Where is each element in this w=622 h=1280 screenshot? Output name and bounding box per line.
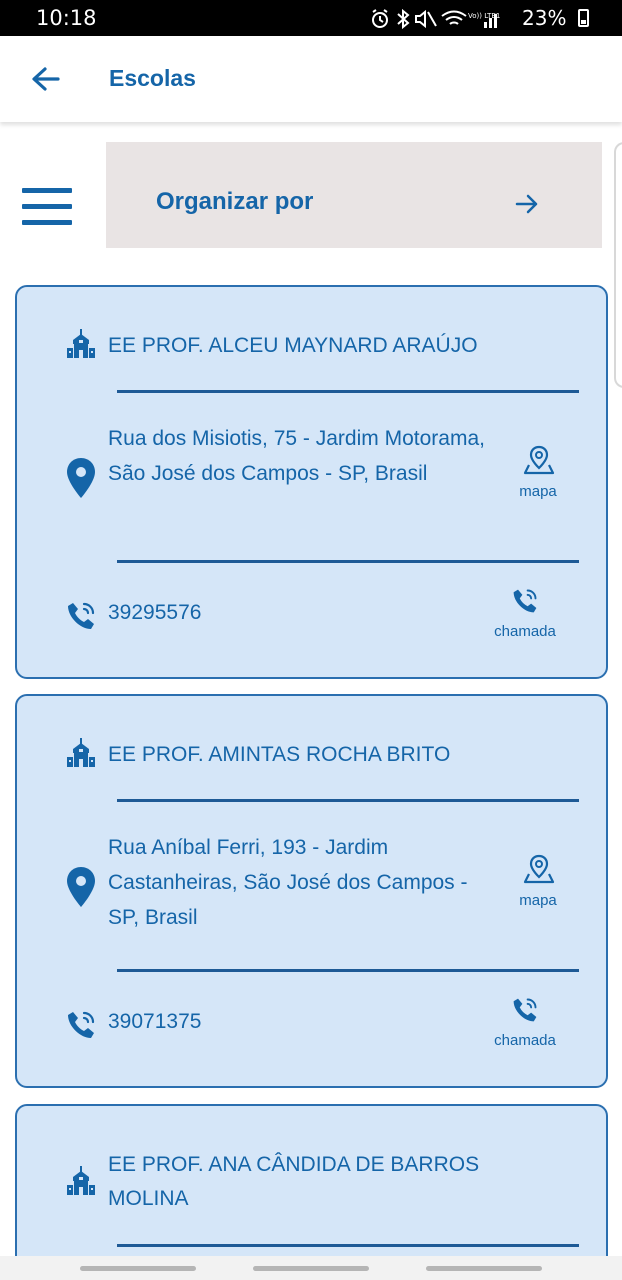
side-drawer-handle[interactable]: [614, 142, 622, 388]
wifi-icon: [441, 10, 467, 25]
system-navigation-bar: [0, 1256, 622, 1280]
call-label: chamada: [494, 623, 556, 640]
divider: [117, 799, 579, 802]
location-pin-icon: [67, 867, 95, 907]
status-bar: 10:18 Vo)) LTE1 23%: [0, 0, 622, 36]
school-card[interactable]: EE PROF. ALCEU MAYNARD ARAÚJO Rua dos Mi…: [15, 285, 608, 679]
school-icon: [67, 1166, 95, 1195]
status-icons: Vo)) LTE1: [372, 8, 500, 30]
location-pin-icon: [67, 458, 95, 498]
school-name: EE PROF. ALCEU MAYNARD ARAÚJO: [108, 334, 478, 357]
hamburger-menu-line: [22, 204, 72, 209]
battery-percentage: 23%: [522, 6, 567, 30]
school-card[interactable]: EE PROF. ANA CÂNDIDA DE BARROS MOLINA: [15, 1104, 608, 1280]
phone-call-icon: [513, 998, 537, 1022]
status-time: 10:18: [36, 6, 97, 30]
map-pin-icon: [523, 445, 555, 475]
school-name: EE PROF. AMINTAS ROCHA BRITO: [108, 743, 451, 766]
map-button[interactable]: mapa: [505, 445, 571, 503]
map-pin-icon: [523, 854, 555, 884]
school-address: Rua dos Misiotis, 75 - Jardim Motorama, …: [108, 427, 485, 485]
phone-icon: [68, 602, 95, 629]
school-phone: 39071375: [108, 1010, 202, 1033]
map-label: mapa: [519, 483, 557, 500]
menu-button[interactable]: [20, 188, 74, 228]
call-button[interactable]: chamada: [485, 994, 565, 1052]
phone-call-icon: [513, 589, 537, 613]
school-phone: 39295576: [108, 601, 202, 624]
arrow-left-icon: [32, 67, 60, 91]
divider: [117, 969, 579, 972]
alarm-icon: [372, 9, 388, 28]
call-button[interactable]: chamada: [485, 585, 565, 643]
back-nav-button[interactable]: [426, 1266, 542, 1271]
home-button[interactable]: [253, 1266, 369, 1271]
school-icon: [67, 738, 95, 767]
divider: [117, 1244, 579, 1247]
mute-icon: [415, 9, 437, 29]
recent-apps-button[interactable]: [80, 1266, 196, 1271]
sort-button[interactable]: Organizar por: [106, 142, 602, 248]
map-label: mapa: [519, 892, 557, 909]
call-label: chamada: [494, 1032, 556, 1049]
hamburger-menu-line: [22, 220, 72, 225]
hamburger-menu-icon: [22, 188, 72, 193]
school-card[interactable]: EE PROF. AMINTAS ROCHA BRITO Rua Aníbal …: [15, 694, 608, 1088]
phone-icon: [68, 1011, 95, 1038]
page-title: Escolas: [109, 65, 196, 91]
sort-label: Organizar por: [156, 188, 314, 215]
map-button[interactable]: mapa: [505, 854, 571, 912]
battery-icon: [578, 9, 589, 27]
volte-icon: Vo)) LTE1: [468, 12, 500, 20]
school-name: EE PROF. ANA CÂNDIDA DE BARROS MOLINA: [108, 1153, 480, 1210]
school-icon: [67, 329, 95, 358]
divider: [117, 560, 579, 563]
school-address: Rua Aníbal Ferri, 193 - Jardim Castanhei…: [108, 836, 468, 929]
arrow-right-icon: [515, 194, 538, 214]
bluetooth-icon: [397, 8, 410, 30]
back-button[interactable]: [24, 58, 68, 102]
divider: [117, 390, 579, 393]
app-bar: Escolas: [0, 36, 622, 122]
